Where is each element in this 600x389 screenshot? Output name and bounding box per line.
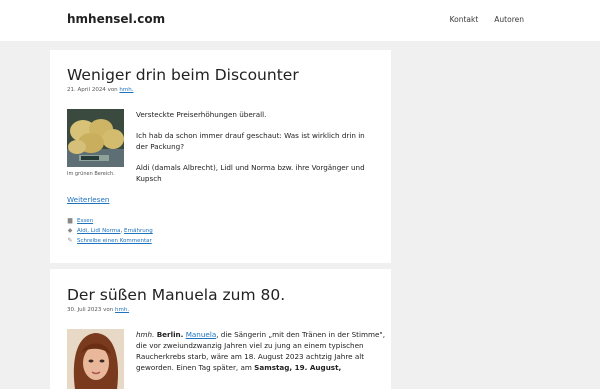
excerpt-paragraph: Aldi (damals Albrecht), Lidl und Norma b…	[136, 163, 365, 183]
post-date[interactable]: 30. Juli 2023	[67, 307, 101, 313]
category-link[interactable]: Essen	[77, 216, 93, 226]
post-title[interactable]: Der süßen Manuela zum 80.	[67, 286, 285, 304]
post-author-link[interactable]: hmh.	[119, 87, 133, 93]
post-footer-meta: ▆ Essen ◆ Aldi, Lidl Norma, Ernährung ✎ …	[67, 216, 153, 246]
post-excerpt: hmh. Berlin. Manuela, die Sängerin „mit …	[136, 329, 386, 373]
post-meta: 30. Juli 2023 von hmh.	[67, 307, 129, 313]
excerpt-author: hmh.	[136, 330, 155, 339]
nav-item-autoren[interactable]: Autoren	[494, 15, 524, 24]
excerpt-place: Berlin.	[156, 330, 184, 339]
post-card: Der süßen Manuela zum 80. 30. Juli 2023 …	[50, 269, 391, 389]
image-caption: Im grünen Bereich.	[67, 171, 115, 177]
excerpt-date-bold: Samstag, 19. August,	[254, 363, 342, 372]
site-header: hmhensel.com Kontakt Autoren	[0, 0, 600, 41]
manuela-link[interactable]: Manuela	[186, 330, 217, 339]
post-thumbnail-potatoes[interactable]	[67, 109, 124, 167]
post-title[interactable]: Weniger drin beim Discounter	[67, 66, 299, 84]
tag-link[interactable]: Aldi, Lidl Norma	[77, 228, 121, 234]
read-more-link[interactable]: Weiterlesen	[67, 195, 109, 204]
post-card: Weniger drin beim Discounter 21. April 2…	[50, 50, 391, 263]
post-meta: 21. April 2024 von hmh.	[67, 87, 134, 93]
post-thumbnail-manuela[interactable]	[67, 329, 124, 389]
post-by: von	[107, 87, 118, 93]
main-nav: Kontakt Autoren	[450, 15, 524, 24]
comment-link[interactable]: Schreibe einen Kommentar	[77, 236, 152, 246]
site-title-link[interactable]: hmhensel.com	[67, 12, 165, 26]
tag-link[interactable]: Ernährung	[124, 228, 153, 234]
excerpt-paragraph: Versteckte Preiserhöhungen überall.	[136, 110, 267, 119]
post-excerpt: Versteckte Preiserhöhungen überall. Ich …	[136, 109, 376, 194]
post-author-link[interactable]: hmh.	[115, 307, 129, 313]
comment-icon: ✎	[67, 237, 73, 244]
excerpt-paragraph: Ich hab da schon immer drauf geschaut: W…	[136, 131, 365, 151]
post-by: von	[103, 307, 114, 313]
tag-icon: ◆	[67, 227, 73, 234]
post-date[interactable]: 21. April 2024	[67, 87, 106, 93]
nav-item-kontakt[interactable]: Kontakt	[450, 15, 479, 24]
folder-icon: ▆	[67, 217, 73, 224]
